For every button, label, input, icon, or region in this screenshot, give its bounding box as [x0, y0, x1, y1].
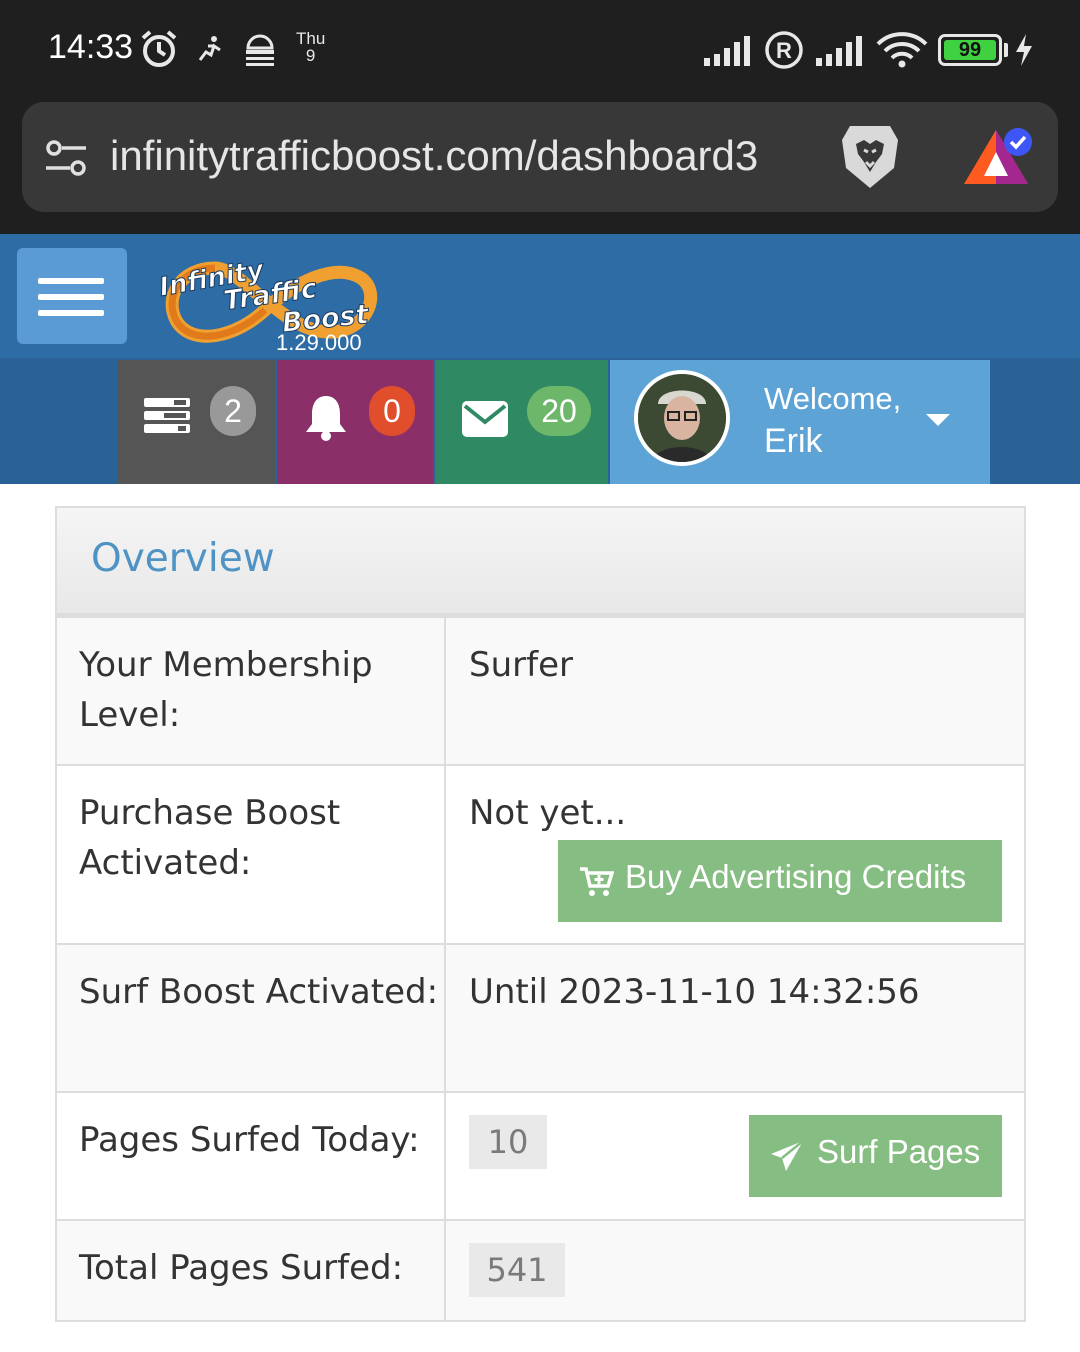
- notifications-count-badge: 0: [369, 386, 415, 436]
- tasks-button[interactable]: 2: [118, 360, 275, 484]
- battery-nub: [1004, 43, 1008, 57]
- table-row: Total Pages Surfed: 541: [57, 1219, 1024, 1320]
- charging-icon: [1016, 34, 1032, 66]
- row-label: Surf Boost Activated:: [79, 972, 439, 1012]
- avatar: [634, 370, 730, 466]
- address-bar[interactable]: infinitytrafficboost.com/dashboard3: [22, 102, 1058, 212]
- news-icon: [246, 34, 274, 66]
- column-divider: [444, 766, 446, 943]
- welcome-text: Welcome, Erik: [764, 378, 901, 462]
- signal-icon: [816, 36, 862, 66]
- panel-header: Overview: [57, 508, 1024, 616]
- total-pages-surfed-value: 541: [469, 1243, 565, 1297]
- column-divider: [444, 1093, 446, 1219]
- table-row: Your Membership Level: Surfer: [57, 616, 1024, 764]
- activity-icon: [198, 36, 221, 61]
- site-header: Infinity Traffic Boost 1.29.000: [0, 234, 1080, 358]
- button-label: Surf Pages: [817, 1133, 981, 1170]
- panel-title: Overview: [91, 536, 275, 581]
- alarm-icon: [141, 30, 177, 67]
- battery-level: 99: [958, 39, 982, 61]
- brave-rewards-icon[interactable]: [958, 122, 1036, 192]
- messages-count-badge: 20: [527, 386, 591, 436]
- cart-plus-icon: [580, 867, 614, 896]
- tasks-count-badge: 2: [210, 386, 256, 436]
- table-row: Surf Boost Activated: Until 2023-11-10 1…: [57, 943, 1024, 1091]
- status-day-number: 9: [305, 46, 316, 65]
- envelope-icon: [462, 401, 508, 437]
- brave-shields-icon[interactable]: [838, 122, 902, 192]
- browser-toolbar: infinitytrafficboost.com/dashboard3: [0, 100, 1080, 234]
- row-label: Pages Surfed Today:: [79, 1120, 420, 1160]
- paper-plane-icon: [771, 1140, 804, 1171]
- registered-icon: R: [765, 31, 803, 69]
- tasks-icon: [144, 398, 190, 433]
- table-row: Purchase Boost Activated: Not yet... Buy…: [57, 764, 1024, 943]
- user-name: Erik: [764, 422, 823, 460]
- surf-pages-button[interactable]: Surf Pages: [749, 1115, 1002, 1197]
- overview-panel: Overview Your Membership Level: Surfer P…: [55, 506, 1026, 1322]
- messages-button[interactable]: 20: [435, 360, 608, 484]
- site-settings-icon[interactable]: [44, 138, 88, 178]
- status-day: Thu: [296, 29, 326, 48]
- membership-level-value: Surfer: [469, 645, 573, 685]
- pages-surfed-today-value: 10: [469, 1115, 547, 1169]
- user-menu[interactable]: Welcome, Erik: [610, 360, 990, 484]
- status-date: Thu 9: [296, 30, 325, 64]
- menu-button[interactable]: [17, 248, 127, 344]
- welcome-label: Welcome,: [764, 381, 902, 416]
- table-row: Pages Surfed Today: 10 Surf Pages: [57, 1091, 1024, 1219]
- version-number: 1.29.000: [276, 330, 362, 355]
- url-text[interactable]: infinitytrafficboost.com/dashboard3: [110, 132, 815, 180]
- status-time: 14:33: [48, 28, 134, 66]
- wifi-icon: [876, 32, 928, 68]
- svg-text:R: R: [776, 38, 792, 63]
- row-label: Your Membership Level:: [79, 645, 373, 735]
- button-label: Buy Advertising Credits: [625, 858, 967, 895]
- battery-icon: 99: [938, 34, 1002, 66]
- signal-icon: [704, 36, 750, 66]
- chevron-down-icon: [926, 414, 950, 426]
- column-divider: [444, 1221, 446, 1320]
- hamburger-icon: [38, 278, 104, 284]
- top-nav: 2 0 20 Welcome, Erik: [0, 358, 1080, 484]
- status-bar: 14:33 Thu 9 R 99: [0, 0, 1080, 100]
- surf-boost-value: Until 2023-11-10 14:32:56: [469, 972, 920, 1012]
- bell-icon: [306, 396, 346, 441]
- purchase-boost-value: Not yet...: [469, 793, 627, 833]
- notifications-button[interactable]: 0: [277, 360, 433, 484]
- column-divider: [444, 945, 446, 1091]
- buy-advertising-credits-button[interactable]: Buy Advertising Credits: [558, 840, 1002, 922]
- row-label: Purchase Boost Activated:: [79, 793, 341, 883]
- row-label: Total Pages Surfed:: [79, 1248, 404, 1288]
- hamburger-line: [38, 310, 104, 316]
- hamburger-line: [38, 294, 104, 300]
- column-divider: [444, 618, 446, 764]
